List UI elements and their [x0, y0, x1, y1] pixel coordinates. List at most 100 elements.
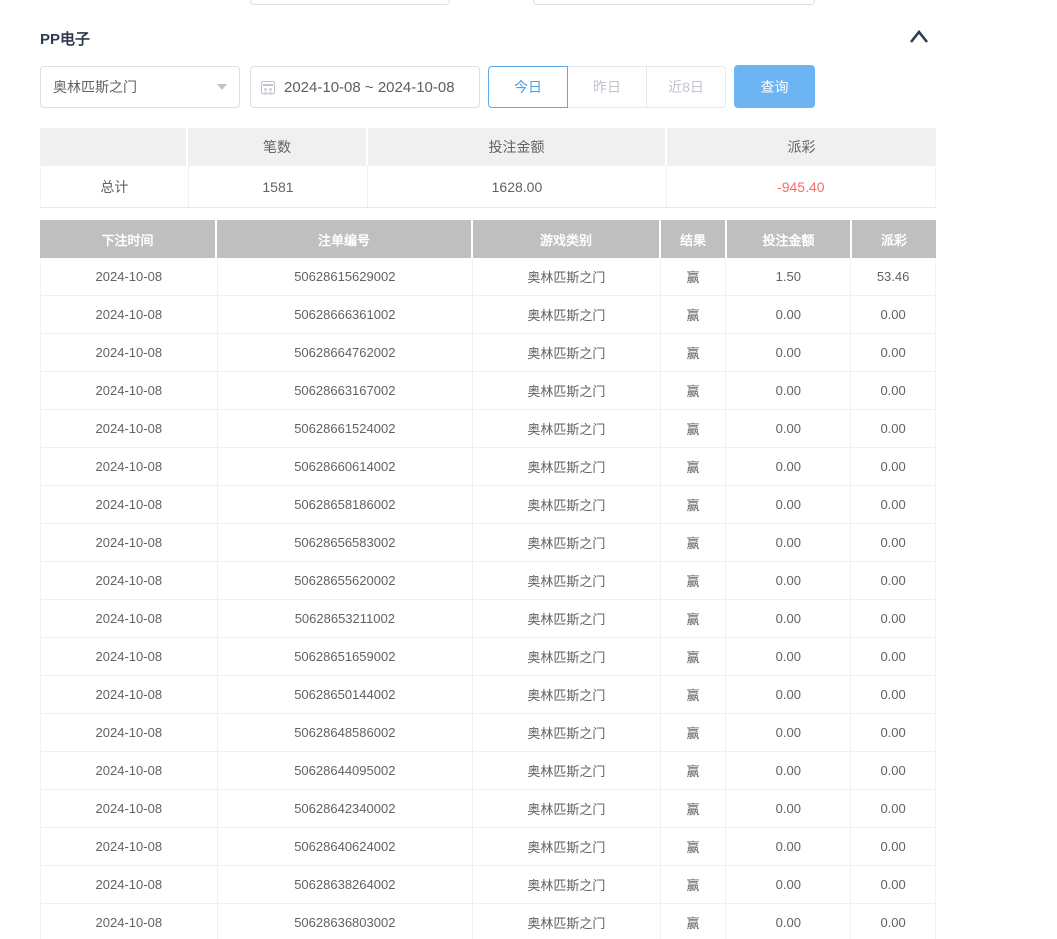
- table-row: 2024-10-08 50628666361002 奥林匹斯之门 赢 0.00 …: [40, 296, 936, 334]
- bet-id-cell: 50628656583002: [218, 524, 473, 561]
- bet-id-cell: 50628648586002: [218, 714, 473, 751]
- bet-time-cell: 2024-10-08: [41, 372, 218, 409]
- payout-cell: 0.00: [851, 334, 935, 371]
- table-row: 2024-10-08 50628648586002 奥林匹斯之门 赢 0.00 …: [40, 714, 936, 752]
- table-row: 2024-10-08 50628642340002 奥林匹斯之门 赢 0.00 …: [40, 790, 936, 828]
- truncated-input-above-left[interactable]: [250, 0, 450, 5]
- bet-id-cell: 50628663167002: [218, 372, 473, 409]
- bet-amount-cell: 0.00: [726, 676, 851, 713]
- bet-id-cell: 50628653211002: [218, 600, 473, 637]
- bets-header-game-type: 游戏类别: [473, 220, 661, 258]
- quick-range-button-group: 今日 昨日 近8日: [488, 66, 726, 108]
- bet-time-cell: 2024-10-08: [41, 258, 218, 295]
- truncated-input-above-right[interactable]: [533, 0, 815, 5]
- game-select[interactable]: 奥林匹斯之门: [40, 66, 240, 108]
- bet-time-cell: 2024-10-08: [41, 562, 218, 599]
- bets-header-payout: 派彩: [852, 220, 936, 258]
- yesterday-button[interactable]: 昨日: [567, 66, 647, 108]
- bet-id-cell: 50628642340002: [218, 790, 473, 827]
- table-row: 2024-10-08 50628655620002 奥林匹斯之门 赢 0.00 …: [40, 562, 936, 600]
- bet-id-cell: 50628651659002: [218, 638, 473, 675]
- summary-header-empty: [40, 128, 188, 166]
- payout-cell: 0.00: [851, 448, 935, 485]
- table-row: 2024-10-08 50628664762002 奥林匹斯之门 赢 0.00 …: [40, 334, 936, 372]
- bets-header-bet-time: 下注时间: [40, 220, 217, 258]
- game-type-cell: 奥林匹斯之门: [473, 562, 661, 599]
- bets-header-bet-amount: 投注金额: [727, 220, 852, 258]
- payout-cell: 0.00: [851, 752, 935, 789]
- bet-amount-cell: 0.00: [726, 638, 851, 675]
- today-button[interactable]: 今日: [488, 66, 568, 108]
- summary-header-bet-amount: 投注金额: [368, 128, 667, 166]
- table-row: 2024-10-08 50628636803002 奥林匹斯之门 赢 0.00 …: [40, 904, 936, 939]
- summary-total-label: 总计: [41, 166, 189, 207]
- table-row: 2024-10-08 50628638264002 奥林匹斯之门 赢 0.00 …: [40, 866, 936, 904]
- result-cell: 赢: [661, 752, 727, 789]
- result-cell: 赢: [661, 562, 727, 599]
- bet-id-cell: 50628638264002: [218, 866, 473, 903]
- table-row: 2024-10-08 50628663167002 奥林匹斯之门 赢 0.00 …: [40, 372, 936, 410]
- bets-table: 下注时间 注单编号 游戏类别 结果 投注金额 派彩 2024-10-08 506…: [40, 220, 936, 939]
- bet-id-cell: 50628615629002: [218, 258, 473, 295]
- bets-header-result: 结果: [661, 220, 727, 258]
- bets-table-body: 2024-10-08 50628615629002 奥林匹斯之门 赢 1.50 …: [40, 258, 936, 939]
- bet-amount-cell: 0.00: [726, 524, 851, 561]
- bet-time-cell: 2024-10-08: [41, 828, 218, 865]
- result-cell: 赢: [661, 448, 727, 485]
- payout-cell: 53.46: [851, 258, 935, 295]
- bet-id-cell: 50628644095002: [218, 752, 473, 789]
- bet-id-cell: 50628655620002: [218, 562, 473, 599]
- game-type-cell: 奥林匹斯之门: [473, 828, 661, 865]
- game-type-cell: 奥林匹斯之门: [473, 638, 661, 675]
- bet-time-cell: 2024-10-08: [41, 524, 218, 561]
- bet-amount-cell: 0.00: [726, 486, 851, 523]
- game-type-cell: 奥林匹斯之门: [473, 296, 661, 333]
- search-button[interactable]: 查询: [734, 65, 815, 108]
- bet-time-cell: 2024-10-08: [41, 448, 218, 485]
- result-cell: 赢: [661, 828, 727, 865]
- game-type-cell: 奥林匹斯之门: [473, 372, 661, 409]
- payout-cell: 0.00: [851, 714, 935, 751]
- bet-amount-cell: 0.00: [726, 448, 851, 485]
- game-type-cell: 奥林匹斯之门: [473, 752, 661, 789]
- payout-cell: 0.00: [851, 562, 935, 599]
- table-row: 2024-10-08 50628661524002 奥林匹斯之门 赢 0.00 …: [40, 410, 936, 448]
- chevron-up-icon: [906, 26, 932, 48]
- date-range-input[interactable]: 2024-10-08 ~ 2024-10-08: [250, 66, 480, 108]
- bet-amount-cell: 0.00: [726, 828, 851, 865]
- result-cell: 赢: [661, 524, 727, 561]
- bet-amount-cell: 1.50: [726, 258, 851, 295]
- bet-time-cell: 2024-10-08: [41, 790, 218, 827]
- bet-time-cell: 2024-10-08: [41, 486, 218, 523]
- section-title: PP电子: [40, 28, 90, 49]
- table-row: 2024-10-08 50628656583002 奥林匹斯之门 赢 0.00 …: [40, 524, 936, 562]
- summary-total-count: 1581: [189, 166, 369, 207]
- summary-header-payout: 派彩: [667, 128, 936, 166]
- payout-cell: 0.00: [851, 638, 935, 675]
- collapse-section-button[interactable]: [906, 26, 932, 48]
- bet-time-cell: 2024-10-08: [41, 600, 218, 637]
- result-cell: 赢: [661, 790, 727, 827]
- bet-amount-cell: 0.00: [726, 752, 851, 789]
- payout-cell: 0.00: [851, 486, 935, 523]
- result-cell: 赢: [661, 676, 727, 713]
- payout-cell: 0.00: [851, 866, 935, 903]
- bet-id-cell: 50628666361002: [218, 296, 473, 333]
- table-row: 2024-10-08 50628644095002 奥林匹斯之门 赢 0.00 …: [40, 752, 936, 790]
- game-type-cell: 奥林匹斯之门: [473, 524, 661, 561]
- payout-cell: 0.00: [851, 524, 935, 561]
- payout-cell: 0.00: [851, 676, 935, 713]
- game-type-cell: 奥林匹斯之门: [473, 486, 661, 523]
- summary-table: 笔数 投注金额 派彩 总计 1581 1628.00 -945.40: [40, 128, 936, 208]
- game-type-cell: 奥林匹斯之门: [473, 448, 661, 485]
- table-row: 2024-10-08 50628640624002 奥林匹斯之门 赢 0.00 …: [40, 828, 936, 866]
- payout-cell: 0.00: [851, 904, 935, 939]
- table-row: 2024-10-08 50628653211002 奥林匹斯之门 赢 0.00 …: [40, 600, 936, 638]
- bet-time-cell: 2024-10-08: [41, 638, 218, 675]
- calendar-icon: [261, 81, 275, 94]
- summary-total-row: 总计 1581 1628.00 -945.40: [40, 166, 936, 208]
- chevron-down-icon: [217, 84, 227, 90]
- last-8-days-button[interactable]: 近8日: [646, 66, 726, 108]
- bet-id-cell: 50628661524002: [218, 410, 473, 447]
- result-cell: 赢: [661, 372, 727, 409]
